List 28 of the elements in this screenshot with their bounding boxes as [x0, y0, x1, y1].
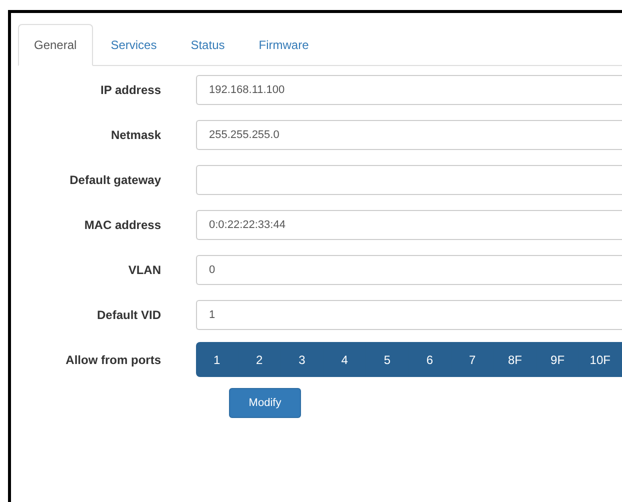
port-toggle-button[interactable]: 10F — [579, 342, 622, 377]
input-field[interactable]: 1 — [196, 300, 622, 330]
port-toggle-button[interactable]: 1 — [196, 342, 239, 377]
port-toggle-button[interactable]: 7 — [452, 342, 494, 377]
port-toggle-button[interactable]: 4 — [324, 342, 366, 377]
modify-button[interactable]: Modify — [229, 388, 301, 418]
port-toggle-button[interactable]: 5 — [366, 342, 409, 377]
input-field[interactable]: 0 — [196, 254, 622, 284]
port-toggle-button[interactable]: 6 — [408, 342, 452, 377]
field-label: IP address — [100, 82, 162, 96]
input-field[interactable]: 0:0:22:22:33:44 — [196, 210, 622, 240]
field-label: Netmask — [110, 128, 162, 142]
tab[interactable]: Status — [174, 24, 241, 66]
tab[interactable]: Firmware — [242, 24, 325, 66]
port-toggle-button[interactable]: 3 — [281, 342, 324, 377]
port-toggle-button[interactable]: 8F — [494, 342, 537, 377]
input-field[interactable] — [196, 164, 622, 194]
tab[interactable]: General — [18, 24, 93, 66]
field-label: Allow from ports — [64, 352, 162, 366]
field-label: Default VID — [96, 308, 162, 322]
field-label: VLAN — [127, 262, 162, 276]
input-field[interactable]: 192.168.11.100 — [196, 74, 622, 104]
port-toggle-button[interactable]: 9F — [536, 342, 580, 377]
tab[interactable]: Services — [94, 24, 173, 66]
field-label: Default gateway — [68, 172, 162, 186]
input-field[interactable]: 255.255.255.0 — [196, 120, 622, 150]
port-toggle-button[interactable]: 2 — [238, 342, 282, 377]
field-label: MAC address — [83, 218, 162, 232]
